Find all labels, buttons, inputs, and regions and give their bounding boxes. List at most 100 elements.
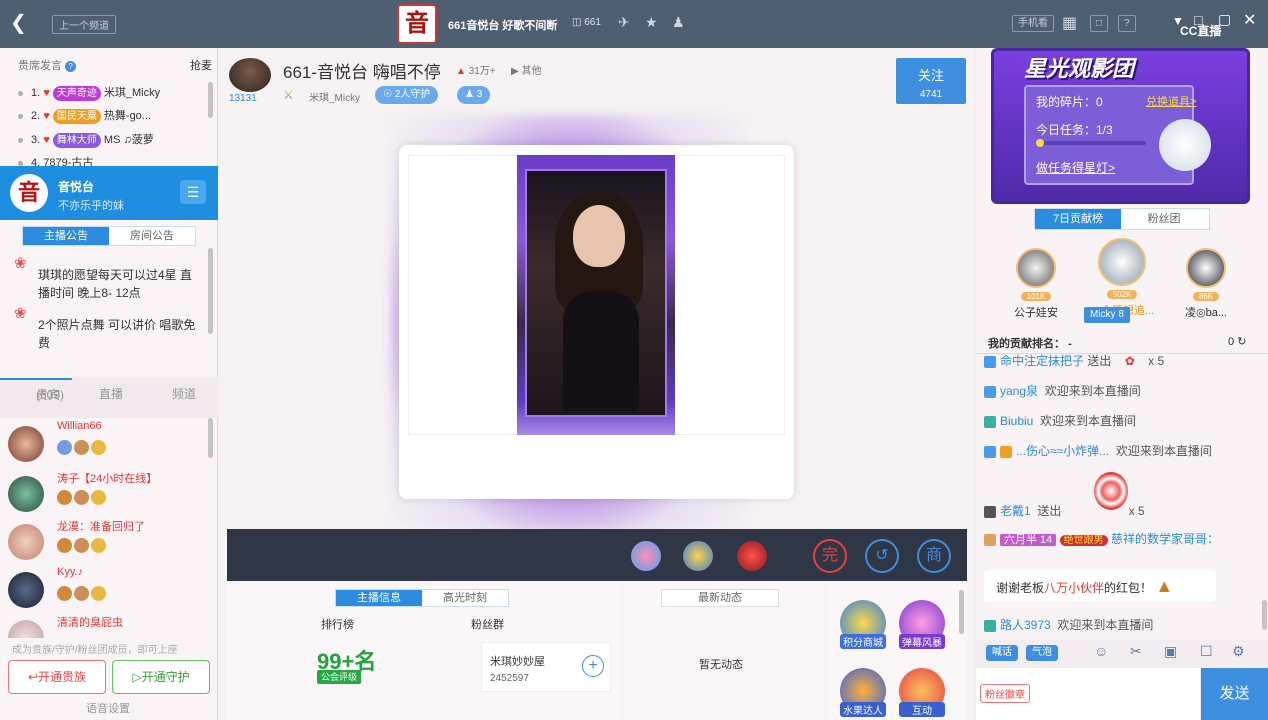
news-tab[interactable]: 最新动态 [661,589,779,607]
gift-box-icon[interactable] [737,541,767,571]
rank-row[interactable]: 3. ♥ 舞林大师 MS ♫菠萝 [18,131,154,151]
follow-button[interactable]: 关注 4741 [896,58,966,104]
tab-nobles-count: (609) [36,388,65,402]
users-icon[interactable]: ♟ [672,14,685,31]
chat-user[interactable]: 路人3973 [1000,618,1051,632]
avatar[interactable] [1098,238,1146,286]
fans-button[interactable]: ♟ 3 [457,86,491,104]
interact-button[interactable]: 互动 [899,668,945,717]
complete-icon[interactable]: 完 [813,539,847,573]
plane-icon[interactable]: ✈ [618,14,630,31]
danmaku-storm-button[interactable]: 弹幕风暴 [899,600,945,649]
guards-button[interactable]: ☉ 2人守护 [375,86,439,104]
help-icon[interactable]: ? [1118,15,1136,32]
star-icon[interactable]: ★ [645,14,658,31]
anchor-id: 13131 [229,93,257,104]
fan-badge-button[interactable]: 粉丝徽章 [980,684,1030,703]
tab-room-notice[interactable]: 房间公告 [109,227,195,245]
do-task-link[interactable]: 做任务得星灯> [1036,159,1115,176]
owner-name[interactable]: 米琪_Micky [309,89,360,104]
rank-row[interactable]: 1. ♥ 天声奇迹 米琪_Micky [18,84,160,104]
avatar[interactable] [8,524,44,560]
chat-user[interactable]: 老戴1 [1000,504,1031,518]
chat-text: 慈祥的数学家哥哥： [1110,532,1219,546]
video-player[interactable] [399,145,794,499]
red-packet-user[interactable]: 八万小伙伴 [1044,581,1104,595]
avatar[interactable] [8,572,44,608]
camera-icon[interactable] [683,541,713,571]
settings-icon[interactable]: ⚙ [1232,643,1245,660]
image-icon[interactable]: ▣ [1164,643,1177,660]
user-name: Willian66 [57,420,102,432]
chat-user[interactable]: 六月半 14 [1000,534,1057,546]
top-contributor[interactable]: 101K 公子娃安 [996,248,1076,320]
avatar[interactable] [8,620,44,638]
prev-channel-button[interactable]: 上一个频道 [52,15,116,34]
avatar[interactable] [1186,248,1226,288]
refresh-icon[interactable]: ↻ [1237,336,1246,348]
shop-icon[interactable]: 商 [917,539,951,573]
list-item[interactable]: Kyy.♪ [8,566,208,616]
chat-user[interactable]: 命中注定抹把子 [1000,354,1084,368]
chat-user[interactable]: ...伤心≈≈小炸弹... [1016,444,1109,458]
avatar[interactable] [1016,248,1056,288]
avatar[interactable] [8,476,44,512]
streamer-card[interactable]: 音 音悦台 不亦乐乎的妹 ☰ [0,166,218,220]
tab-anchor-info[interactable]: 主播信息 [336,590,422,606]
tab-fan-club[interactable]: 粉丝团 [1121,209,1207,229]
chat-scrollbar[interactable] [1262,600,1267,630]
close-icon[interactable]: ✕ [1243,10,1256,30]
rank-row[interactable]: 2. ♥ 国民天粟 热舞-go... [18,107,151,127]
add-icon[interactable]: + [582,655,604,677]
list-item[interactable]: Willian66 [8,420,208,470]
lock-icon[interactable]: ☐ [1200,643,1213,660]
emoji-icon[interactable]: ☺ [1094,643,1108,659]
tab-anchor-notice[interactable]: 主播公告 [23,227,109,245]
menu-icon[interactable]: ☰ [180,180,206,204]
games-scrollbar[interactable] [959,590,964,634]
open-guard-button[interactable]: ▷开通守护 [112,660,210,694]
points-mall-button[interactable]: 积分商城 [840,600,886,649]
rank-scrollbar[interactable] [208,82,213,118]
list-item[interactable]: 清清的臭屁虫 [8,614,208,638]
scissors-icon[interactable]: ✂ [1130,643,1142,660]
event-banner[interactable]: 星光观影团 我的碎片：0 兑换道具> 今日任务：1/3 做任务得星灯> [991,48,1250,204]
back-icon[interactable]: ❮ [10,12,27,34]
chat-text: 欢迎来到本直播间 [1057,618,1154,632]
shout-button[interactable]: 喊话 [986,645,1018,661]
fan-group-card[interactable]: 米琪妙妙屋 2452597 + [481,642,611,692]
open-noble-button[interactable]: ↩开通贵族 [8,660,106,694]
phone-view-button[interactable]: 手机看 [1012,15,1054,32]
chat-user[interactable]: yang泉 [1000,384,1038,398]
swirl-icon[interactable]: ↺ [865,539,899,573]
send-button[interactable]: 发送 [1201,668,1268,720]
tab-channel[interactable]: 频道 [148,385,220,402]
tab-live[interactable]: 直播 [75,385,147,402]
task-progress [1036,139,1146,147]
top-contributor[interactable]: 502K 一个还想追... [1082,238,1162,318]
tab-weekly-rank[interactable]: 7日贡献榜 [1035,209,1121,229]
chat-user[interactable]: Biubiu [1000,414,1033,428]
user-scrollbar[interactable] [208,418,213,458]
avatar[interactable] [8,426,44,462]
list-item[interactable]: 涛子【24小时在线】 [8,470,208,520]
grid-icon[interactable]: ▦ [1062,13,1077,33]
tab-highlights[interactable]: 高光时刻 [422,590,508,606]
voice-settings-link[interactable]: 语音设置 [86,700,130,716]
chat-message: yang泉 欢迎来到本直播间 [984,382,1141,399]
streamer-avatar[interactable]: 音 [10,174,48,212]
list-item[interactable]: 龙漠：准备回归了 [8,518,208,568]
notice-scrollbar[interactable] [208,248,213,334]
bubble-button[interactable]: 气泡 [1026,645,1058,661]
my-rank-count-value: 0 [1228,336,1235,348]
anchor-avatar[interactable] [229,58,271,92]
category-link[interactable]: ▶ 其他 [511,62,541,77]
notify-icon[interactable]: □ [1090,15,1109,32]
balloon-icon[interactable] [631,541,661,571]
tab-nobles[interactable]: 贵宾 (609) [0,378,72,402]
top-contributor[interactable]: 86K 凌◎ba... [1166,248,1246,320]
my-rank-value: - [1068,338,1072,350]
redeem-link[interactable]: 兑换道具> [1146,93,1196,109]
fruit-master-button[interactable]: 水果达人 [840,668,886,717]
grab-mic-button[interactable]: 抢麦 [190,57,212,73]
